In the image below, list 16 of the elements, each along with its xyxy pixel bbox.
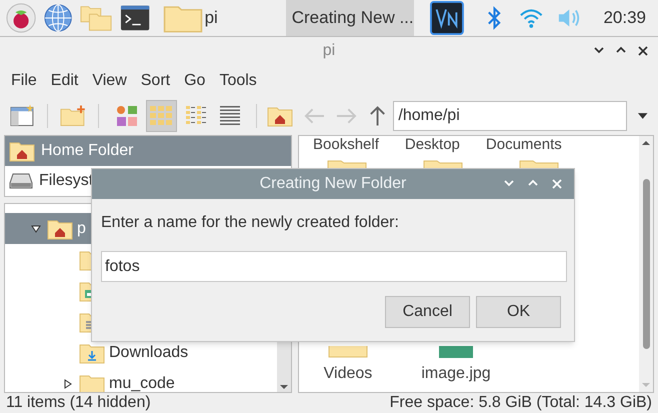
file-label: Documents xyxy=(486,136,562,154)
status-text: Free space: 5.8 GiB (Total: 14.3 GiB) xyxy=(390,393,652,413)
file-label: Bookshelf xyxy=(313,136,379,154)
tree-item-label: Downloads xyxy=(109,342,188,362)
file-label: Desktop xyxy=(404,136,460,154)
status-text: 11 items (14 hidden) xyxy=(6,393,151,413)
window-title: pi xyxy=(322,41,336,61)
tree-item-label: mu_code xyxy=(109,374,175,392)
tree-item-label: p xyxy=(77,218,86,238)
place-label: Home Folder xyxy=(41,141,134,161)
file-label: Videos xyxy=(324,364,372,384)
dialog-prompt: Enter a name for the newly created folder: xyxy=(101,213,400,233)
file-label: image.jpg xyxy=(421,364,491,384)
dialog-title: Creating New Folder xyxy=(260,174,406,194)
clock: 20:39 xyxy=(603,7,646,30)
place-label: Filesyst xyxy=(39,171,94,191)
